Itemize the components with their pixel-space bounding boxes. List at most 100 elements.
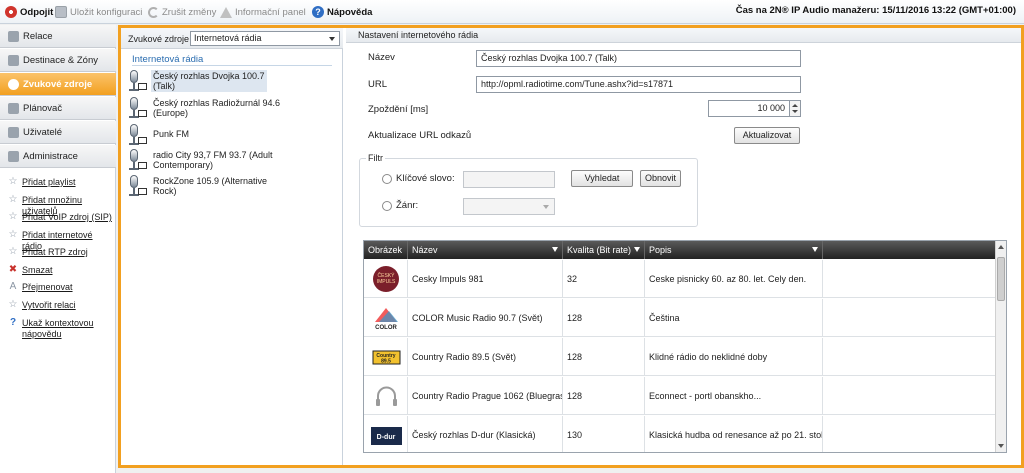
filter-icon[interactable] (812, 247, 818, 252)
action-context-help[interactable]: ? Ukaž kontextovou nápovědu (8, 318, 94, 340)
gear-icon (8, 150, 19, 162)
star-icon: ☆ (8, 299, 18, 310)
action-add-rtp-source[interactable]: ☆ Přidat RTP zdroj (8, 247, 88, 258)
cell-description: Čeština (645, 299, 823, 337)
sound-source-list-panel: Zvukové zdroje Internetová rádia Interne… (121, 28, 343, 465)
power-icon (5, 6, 17, 18)
cell-name: Cesky Impuls 981 (408, 260, 563, 298)
star-icon: ☆ (8, 194, 18, 205)
info-panel-button[interactable]: Informační panel (220, 5, 306, 19)
keyword-input[interactable] (463, 171, 555, 188)
cancel-changes-button[interactable]: Zrušit změny (148, 5, 216, 19)
settings-title: Nastavení internetového rádia (346, 28, 1021, 43)
microphone-icon (127, 124, 147, 146)
chevron-down-icon (329, 37, 335, 41)
cell-quality: 32 (563, 260, 645, 298)
nav-item-scheduler[interactable]: Plánovač (0, 97, 116, 120)
table-row[interactable]: ČESKÝ IMPULS Cesky Impuls 981 32 Ceske p… (364, 260, 996, 298)
nav-item-administration[interactable]: Administrace (0, 145, 116, 168)
cesky-impuls-logo: ČESKÝ IMPULS (373, 266, 399, 292)
color-music-logo: COLOR (375, 308, 398, 331)
genre-select[interactable] (463, 198, 555, 215)
filter-icon[interactable] (634, 247, 640, 252)
scroll-up-icon[interactable] (998, 245, 1004, 249)
genre-label: Žánr: (396, 200, 419, 211)
filter-icon[interactable] (552, 247, 558, 252)
table-row[interactable]: Country 89.5 Country Radio 89.5 (Svět) 1… (364, 338, 996, 376)
cell-description: Ceske pisnicky 60. az 80. let. Cely den. (645, 260, 823, 298)
radio-settings-panel: Nastavení internetového rádia Název Česk… (346, 28, 1021, 465)
column-header-quality[interactable]: Kvalita (Bit rate) (563, 241, 645, 259)
refresh-label: Aktualizace URL odkazů (368, 130, 472, 141)
logout-button[interactable]: Odpojit (5, 5, 53, 19)
table-header: Obrázek Název Kvalita (Bit rate) Popis (364, 241, 996, 259)
genre-radio[interactable] (382, 201, 392, 211)
action-delete[interactable]: ✖ Smazat (8, 265, 53, 276)
cell-name: COLOR Music Radio 90.7 (Svět) (408, 299, 563, 337)
nav-item-users[interactable]: Uživatelé (0, 121, 116, 144)
delete-icon: ✖ (8, 264, 18, 275)
action-rename[interactable]: A Přejmenovat (8, 282, 73, 293)
cell-name: Český rozhlas D-dur (Klasická) (408, 416, 563, 452)
logo-cell: D-dur (364, 416, 408, 452)
nav-item-destinations[interactable]: Destinace & Zóny (0, 49, 116, 72)
delay-stepper[interactable]: 10 000 (708, 100, 790, 117)
filter-group: Filtr Klíčové slovo: Vyhledat Obnovit Žá… (359, 153, 698, 227)
warning-icon (220, 6, 232, 18)
rename-icon: A (9, 281, 17, 292)
action-add-voip-source[interactable]: ☆ Přidat VoIP zdroj (SIP) (8, 212, 112, 223)
logo-cell (364, 377, 408, 415)
divider (132, 65, 332, 66)
microphone-icon (127, 175, 147, 197)
chevron-down-icon (543, 205, 549, 209)
star-icon: ☆ (8, 176, 18, 187)
source-item[interactable]: RockZone 105.9 (Alternative Rock) (127, 175, 337, 205)
delay-label: Zpoždění [ms] (368, 104, 429, 115)
name-field[interactable]: Český rozhlas Dvojka 100.7 (Talk) (476, 50, 801, 67)
action-add-playlist[interactable]: ☆ Přidat playlist (8, 177, 76, 188)
search-button[interactable]: Vyhledat (571, 170, 633, 187)
column-header-name[interactable]: Název (408, 241, 563, 259)
keyword-radio[interactable] (382, 174, 392, 184)
help-button[interactable]: ? Nápověda (312, 5, 372, 19)
microphone-icon (127, 70, 147, 92)
cell-quality: 128 (563, 377, 645, 415)
cell-description: Klidné rádio do neklidné doby (645, 338, 823, 376)
table-row[interactable]: D-dur Český rozhlas D-dur (Klasická) 130… (364, 416, 996, 452)
filter-legend: Filtr (366, 153, 385, 163)
refresh-button[interactable]: Aktualizovat (734, 127, 800, 144)
scroll-thumb[interactable] (997, 257, 1005, 301)
star-icon: ☆ (8, 211, 18, 222)
source-type-select[interactable]: Internetová rádia (190, 31, 340, 46)
svg-text:ČESKÝ: ČESKÝ (378, 272, 396, 279)
nav-item-sound-sources[interactable]: Zvukové zdroje (0, 73, 116, 96)
stepper-arrows-icon[interactable] (790, 100, 801, 117)
calendar-icon (8, 102, 19, 114)
cell-quality: 130 (563, 416, 645, 452)
save-config-button[interactable]: Uložit konfiguraci (55, 5, 142, 19)
microphone-icon (127, 149, 147, 171)
headphones-icon (376, 386, 397, 406)
star-icon: ☆ (8, 229, 18, 240)
column-header-description[interactable]: Popis (645, 241, 823, 259)
cell-quality: 128 (563, 299, 645, 337)
source-item[interactable]: Český rozhlas Dvojka 100.7 (Talk) (127, 70, 337, 100)
cell-quality: 128 (563, 338, 645, 376)
url-field[interactable]: http://opml.radiotime.com/Tune.ashx?id=s… (476, 76, 801, 93)
radio-catalog-table: Obrázek Název Kvalita (Bit rate) Popis Č… (363, 240, 1007, 453)
nav-item-sessions[interactable]: Relace (0, 25, 116, 48)
reset-button[interactable]: Obnovit (640, 170, 681, 187)
scroll-down-icon[interactable] (998, 444, 1004, 448)
name-label: Název (368, 52, 395, 63)
action-create-session[interactable]: ☆ Vytvořit relaci (8, 300, 76, 311)
table-scrollbar[interactable] (995, 241, 1006, 452)
url-label: URL (368, 79, 388, 90)
table-row[interactable]: Country Radio Prague 1062 (Bluegrass) 12… (364, 377, 996, 415)
cell-name: Country Radio 89.5 (Svět) (408, 338, 563, 376)
source-item[interactable]: Český rozhlas Radiožurnál 94.6 (Europe) (127, 97, 337, 127)
cell-name: Country Radio Prague 1062 (Bluegrass) (408, 377, 563, 415)
list-heading: Internetová rádia (132, 54, 204, 65)
cell-description: Econnect - portl obanskho... (645, 377, 823, 415)
table-row[interactable]: COLOR COLOR Music Radio 90.7 (Svět) 128 … (364, 299, 996, 337)
column-header-image[interactable]: Obrázek (364, 241, 408, 259)
